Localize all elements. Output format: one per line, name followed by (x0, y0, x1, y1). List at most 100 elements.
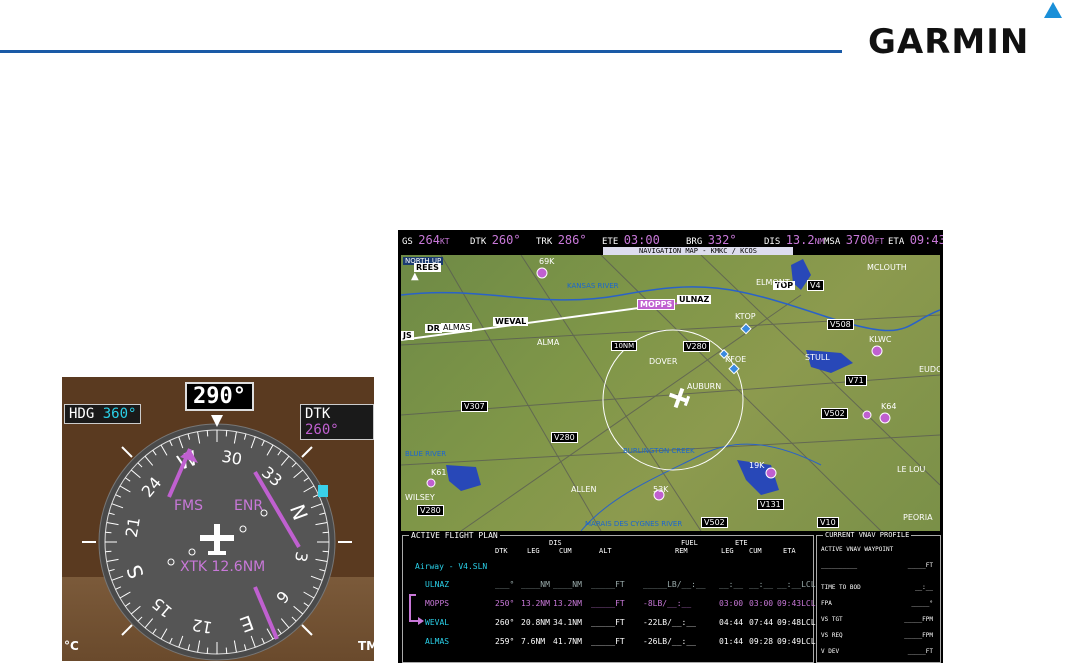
databar-label: DTK (470, 237, 487, 247)
flight-plan-row-almas[interactable]: ALMAS 259° 7.6NM 41.7NM _____FT -26LB/__:__ 01… (403, 637, 816, 651)
vnav-value: __:__ (914, 584, 933, 591)
navigation-map[interactable]: NORTH UP ▲ MOPPS ULNAZ WEVAL ALMAS DR JS… (401, 255, 940, 531)
apt-19k[interactable]: 19K (749, 461, 764, 470)
databar-field-dis: DIS 13.2NM (764, 233, 824, 247)
databar-label: ETE (602, 237, 619, 247)
fms-label: FMS (174, 498, 204, 514)
town-alma: ALMA (537, 338, 560, 347)
hdg-label: HDG (69, 406, 95, 422)
databar-value: 260° (491, 233, 521, 247)
hdr-leg: LEG (527, 547, 540, 555)
databar-field-brg: BRG 332° (686, 233, 737, 247)
wpt-almas[interactable]: ALMAS (441, 323, 473, 332)
town-elmont: ELMONT (756, 278, 790, 287)
fpl-eta: __:__LCL (777, 580, 816, 589)
vnav-row: FPA _____° (821, 600, 935, 610)
databar-value: 264 (418, 233, 440, 247)
databar-unit: NM (814, 237, 825, 246)
town-dover: DOVER (649, 357, 678, 366)
databar-unit: FT (874, 237, 885, 246)
header-rule (0, 50, 842, 53)
map-range[interactable]: 10NM (611, 341, 638, 351)
airway-v508: V508 (827, 319, 854, 330)
town-allen: ALLEN (571, 485, 597, 494)
town-rees: REES (414, 263, 441, 272)
airway-v502-b: V502 (701, 517, 728, 528)
airway-label[interactable]: Airway - V4.SLN (415, 562, 487, 571)
databar-field-eta: ETA 09:43LCL (888, 233, 943, 247)
airway-v10: V10 (817, 517, 839, 528)
apt-ktop[interactable]: KTOP (735, 312, 756, 321)
wpt-mopps[interactable]: MOPPS (637, 299, 676, 310)
town-lelou: LE LOU (897, 465, 926, 474)
vnav-value: _____° (911, 600, 933, 607)
fpl-rem: -8LB/__:__ (643, 599, 692, 608)
dtk-label: DTK (305, 406, 331, 422)
flight-plan-row-mopps[interactable]: MOPPS 250° 13.2NM 13.2NM _____FT -8LB/__:__ 03… (403, 599, 816, 613)
fpl-name[interactable]: MOPPS (425, 599, 449, 608)
fpl-eta: 09:49LCL (777, 637, 816, 646)
wpt-js[interactable]: JS (401, 331, 414, 340)
active-flight-plan[interactable]: ACTIVE FLIGHT PLAN DIS FUEL ETE DTK LEG … (402, 531, 816, 663)
fpl-rem: -26LB/__:__ (643, 637, 696, 646)
fpl-leg-ete: __:__ (719, 580, 744, 589)
hdr-rem: REM (675, 547, 688, 555)
fpl-name[interactable]: ULNAZ (425, 580, 449, 589)
apt-69k[interactable]: 69K (539, 257, 554, 266)
navigation-data-bar: GS 264KT DTK 260° TRK 286° ETE 03:00 BRG 332… (398, 230, 943, 248)
databar-field-gs: GS 264KT (402, 233, 450, 247)
wpt-ulnaz[interactable]: ULNAZ (677, 295, 712, 304)
hdr-leg-ete: LEG (721, 547, 734, 555)
fpl-cum-ete: __:__ (749, 580, 774, 589)
vnav-label: ACTIVE VNAV WAYPOINT (821, 546, 894, 553)
apt-k61[interactable]: K61 (431, 468, 446, 477)
apt-klwc[interactable]: KLWC (869, 335, 891, 344)
airway-v131: V131 (757, 499, 784, 510)
river-marais: MARAIS DES CYGNES RIVER (585, 520, 683, 528)
databar-label: MSA (824, 237, 841, 247)
tm-label: TM (358, 639, 374, 653)
compass-label: 30 (220, 447, 243, 469)
fpl-cum: 41.7NM (553, 637, 582, 646)
town-mcclouth: MCLOUTH (867, 263, 907, 272)
xtk-readout: XTK 12.6NM (180, 559, 266, 575)
vnav-row: __________ _____FT (821, 562, 935, 572)
flight-plan-row-weval[interactable]: WEVAL 260° 20.8NM 34.1NM _____FT -22LB/__:__ 0… (403, 618, 816, 632)
vnav-label: __________ (821, 562, 858, 569)
flight-plan-row-ulnaz[interactable]: ULNAZ ___° ____NM ____NM _____FT _____LB/__:_… (403, 580, 816, 594)
fpl-leg: ____NM (521, 580, 550, 589)
fpl-name[interactable]: WEVAL (425, 618, 449, 627)
dtk-value: 260° (305, 422, 339, 438)
garmin-delta-icon (1044, 2, 1062, 18)
fpl-name[interactable]: ALMAS (425, 637, 449, 646)
apt-kfoe[interactable]: KFOE (725, 355, 746, 364)
wpt-dr[interactable]: DR (425, 324, 442, 333)
vnav-row: TIME TO BOD __:__ (821, 584, 935, 594)
databar-label: TRK (536, 237, 553, 247)
fpl-dtk: 260° (495, 618, 515, 627)
fpl-alt: _____FT (591, 580, 625, 589)
fpl-cum-ete: 09:28 (749, 637, 774, 646)
wpt-weval[interactable]: WEVAL (493, 317, 529, 326)
vnav-row: ACTIVE VNAV WAYPOINT (821, 546, 935, 556)
vnav-label: VS TGT (821, 616, 843, 623)
fpl-dtk: 259° (495, 637, 515, 646)
map-graphics (401, 255, 940, 531)
apt-k64[interactable]: K64 (881, 402, 896, 411)
databar-unit: KT (439, 237, 450, 246)
hdr-cum-ete: CUM (749, 547, 762, 555)
fpl-leg-ete: 03:00 (719, 599, 744, 608)
apt-53k[interactable]: 53K (653, 485, 668, 494)
hdr-dtk: DTK (495, 547, 508, 555)
vnav-value: _____FPM (904, 616, 933, 623)
town-auburn: AUBURN (687, 382, 722, 391)
fpl-leg: 13.2NM (521, 599, 550, 608)
wind-indicator (318, 485, 328, 497)
hsi-panel: W3033N36E1215S2124 HDG 360° DTK 260 (62, 377, 374, 661)
vnav-profile[interactable]: CURRENT VNAV PROFILE ACTIVE VNAV WAYPOIN… (816, 531, 941, 663)
fpl-leg: 7.6NM (521, 637, 546, 646)
fpl-leg-ete: 01:44 (719, 637, 744, 646)
fpl-alt: _____FT (591, 599, 625, 608)
vnav-value: _____FT (907, 648, 933, 655)
fpl-eta: 09:43LCL (777, 599, 816, 608)
